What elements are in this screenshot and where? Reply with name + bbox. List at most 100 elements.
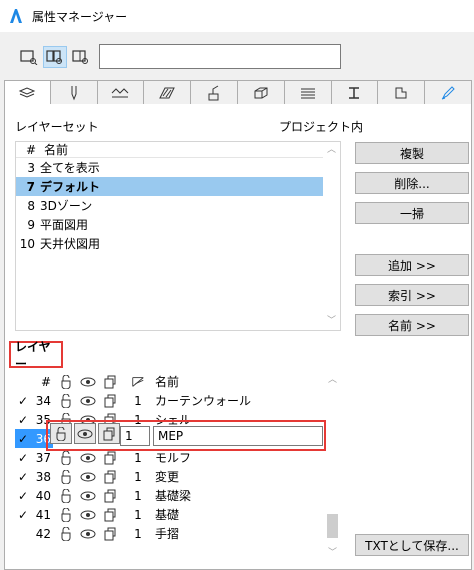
layer-row[interactable]: 42 1 手摺	[15, 524, 341, 543]
row-num: 42	[35, 526, 51, 541]
layer-set-row[interactable]: 8 3Dゾーン	[16, 196, 340, 215]
composite-tab-icon	[300, 88, 315, 98]
lock-column-icon[interactable]	[57, 372, 75, 391]
wireframe-column-icon[interactable]	[101, 372, 119, 391]
layer-set-scrollbar[interactable]: ︿ ﹀	[323, 142, 340, 330]
tab-profiles[interactable]	[331, 80, 379, 105]
intersection-group[interactable]: 1	[131, 486, 145, 505]
row-num: 34	[35, 393, 51, 408]
tab-pens[interactable]	[50, 80, 98, 105]
check-icon[interactable]: ✓	[18, 467, 30, 486]
lock-icon[interactable]	[57, 524, 75, 543]
wireframe-icon[interactable]	[101, 391, 119, 410]
delete-button[interactable]: 削除...	[355, 172, 469, 194]
name-button[interactable]: 名前 >>	[355, 314, 469, 336]
detail-view-button[interactable]	[69, 46, 93, 68]
split-view-button[interactable]	[43, 46, 67, 68]
visibility-column-icon[interactable]	[79, 372, 97, 391]
list-view-button[interactable]	[17, 46, 41, 68]
column-header-num[interactable]: #	[16, 143, 40, 157]
layer-set-row[interactable]: 10 天井伏図用	[16, 234, 340, 253]
building-material-tab-icon	[254, 87, 268, 98]
check-icon[interactable]: ✓	[15, 429, 35, 448]
intersection-group[interactable]: 1	[131, 524, 145, 543]
layers-tab-icon	[19, 87, 36, 98]
eye-icon[interactable]	[79, 391, 97, 410]
row-num: 10	[19, 236, 35, 251]
toolbar	[0, 32, 474, 78]
column-header-name[interactable]: 名前	[155, 372, 179, 391]
intersection-group[interactable]: 1	[131, 391, 145, 410]
wireframe-icon[interactable]	[101, 524, 119, 543]
layer-row[interactable]: ✓ 38 1 変更	[15, 467, 341, 486]
eye-icon[interactable]	[79, 486, 97, 505]
check-icon[interactable]: ✓	[18, 486, 30, 505]
layer-list-scrollbar[interactable]: ︿ ﹀	[324, 372, 341, 562]
scroll-down-icon[interactable]: ﹀	[323, 313, 340, 330]
eye-icon[interactable]	[79, 505, 97, 524]
layer-row[interactable]: ✓ 40 1 基礎梁	[15, 486, 341, 505]
layer-list[interactable]: # 名前 ✓ 34 1 カーテンウォール ✓ 35 1 シェル ✓ 36 ✓ 3…	[15, 372, 341, 562]
layer-set-list[interactable]: # 名前 3 全てを表示 7 デフォルト 8 3Dゾーン 9 平面図用 10 天…	[15, 141, 341, 331]
intersection-column-icon[interactable]	[131, 372, 145, 391]
check-icon[interactable]: ✓	[18, 391, 30, 410]
tab-line-types[interactable]	[97, 80, 145, 105]
scroll-up-icon[interactable]: ︿	[323, 142, 340, 159]
tab-building-materials[interactable]	[237, 80, 285, 105]
profile-tab-icon	[349, 86, 360, 99]
row-num: 7	[26, 179, 35, 194]
wireframe-icon[interactable]	[101, 467, 119, 486]
scroll-thumb[interactable]	[327, 514, 338, 538]
search-input[interactable]	[99, 44, 341, 69]
intersection-group[interactable]: 1	[131, 505, 145, 524]
fill-tab-icon	[159, 87, 176, 98]
check-icon[interactable]: ✓	[18, 505, 30, 524]
tab-layers[interactable]	[4, 80, 51, 106]
tab-composites[interactable]	[284, 80, 332, 105]
check-icon[interactable]	[18, 524, 30, 543]
purge-button[interactable]: 一掃	[355, 202, 469, 224]
row-name: 平面図用	[40, 218, 89, 232]
lock-icon[interactable]	[57, 486, 75, 505]
layer-row[interactable]: ✓ 34 1 カーテンウォール	[15, 391, 341, 410]
archicad-app-icon	[8, 8, 24, 24]
scroll-up-icon[interactable]: ︿	[324, 372, 341, 389]
layers-label: レイヤー	[15, 339, 51, 371]
layers-section-label: レイヤー	[9, 340, 63, 371]
row-name: 全てを表示	[40, 161, 100, 175]
lock-icon[interactable]	[57, 505, 75, 524]
row-name: デフォルト	[40, 180, 101, 194]
row-num: 9	[27, 217, 35, 232]
wireframe-icon[interactable]	[101, 505, 119, 524]
column-header-num[interactable]: #	[31, 372, 51, 391]
add-button[interactable]: 追加 >>	[355, 254, 469, 276]
check-icon[interactable]: ✓	[18, 410, 30, 429]
row-num: 41	[35, 507, 51, 522]
lock-icon[interactable]	[57, 391, 75, 410]
row-name: 3Dゾーン	[40, 199, 93, 213]
tab-zones[interactable]	[378, 80, 426, 105]
lock-icon[interactable]	[57, 467, 75, 486]
layer-list-header: # 名前	[15, 372, 341, 391]
layer-row[interactable]: ✓ 41 1 基礎	[15, 505, 341, 524]
tab-surfaces[interactable]	[191, 80, 238, 105]
check-icon[interactable]: ✓	[18, 448, 30, 467]
layer-set-row[interactable]: 7 デフォルト	[16, 177, 323, 196]
tab-fills[interactable]	[144, 80, 192, 105]
layer-sets-label: レイヤーセット	[15, 120, 99, 134]
layer-set-row[interactable]: 3 全てを表示	[16, 158, 340, 177]
intersection-group[interactable]: 1	[131, 467, 145, 486]
layer-set-row[interactable]: 9 平面図用	[16, 215, 340, 234]
duplicate-button[interactable]: 複製	[355, 142, 469, 164]
annotation-highlight-frame	[46, 420, 326, 451]
split-view-icon	[46, 50, 62, 64]
wireframe-icon[interactable]	[101, 486, 119, 505]
index-button[interactable]: 索引 >>	[355, 284, 469, 306]
save-as-txt-button[interactable]: TXTとして保存...	[355, 534, 469, 556]
row-num: 38	[35, 469, 51, 484]
scroll-down-icon[interactable]: ﹀	[324, 545, 341, 562]
eye-icon[interactable]	[79, 467, 97, 486]
eye-icon[interactable]	[79, 524, 97, 543]
tab-markups[interactable]	[425, 80, 472, 105]
column-header-name[interactable]: 名前	[40, 142, 68, 158]
